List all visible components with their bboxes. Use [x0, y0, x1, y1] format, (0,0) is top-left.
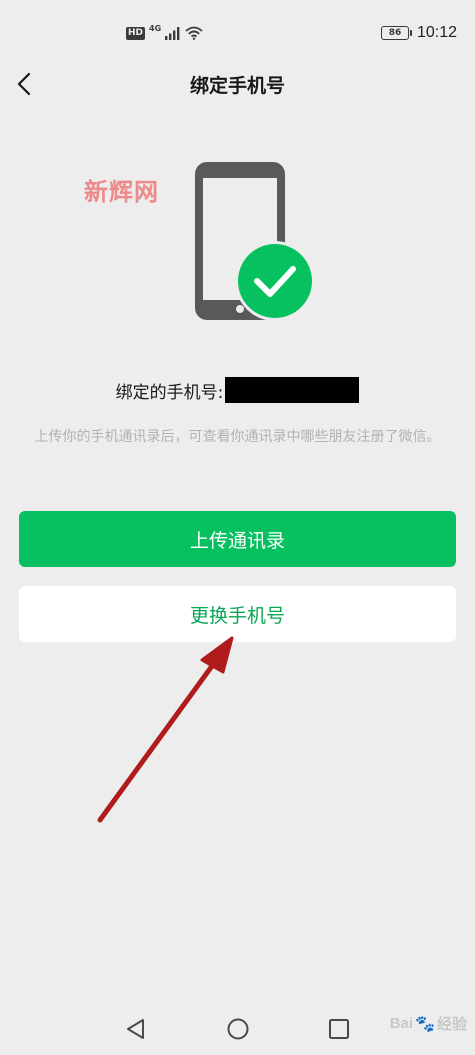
square-recent-icon[interactable]	[325, 1015, 353, 1043]
hd-badge: HD	[126, 26, 146, 40]
checkmark-circle-icon	[235, 241, 315, 321]
bound-number-label: 绑定的手机号:	[115, 382, 224, 403]
watermark-brand: Bai	[389, 1015, 414, 1032]
change-number-button[interactable]: 更换手机号	[19, 586, 456, 642]
upload-contacts-button[interactable]: 上传通讯录	[19, 511, 456, 567]
clock: 10:12	[416, 24, 457, 41]
bound-number-redacted	[225, 377, 360, 403]
battery-icon: 86	[380, 26, 412, 40]
change-number-label: 更换手机号	[189, 604, 285, 627]
network-type: 4G	[149, 23, 162, 33]
triangle-back-icon[interactable]	[122, 1015, 150, 1043]
wifi-icon	[185, 26, 203, 40]
upload-hint-text: 上传你的手机通讯录后，可查看你通讯录中哪些朋友注册了微信。	[34, 429, 441, 445]
page-title: 绑定手机号	[189, 75, 285, 97]
navigation-bar: 绑定手机号	[0, 60, 475, 108]
baidu-watermark: Bai 🐾 经验	[390, 1013, 467, 1034]
bound-number-row: 绑定的手机号:	[0, 377, 475, 403]
upload-contacts-label: 上传通讯录	[189, 529, 285, 552]
watermark-text: 新辉网	[84, 178, 159, 206]
circle-home-icon[interactable]	[224, 1015, 252, 1043]
battery-level: 86	[388, 28, 402, 38]
status-indicators: HD 4G	[126, 23, 203, 40]
signal-icon	[165, 26, 180, 40]
paw-icon: 🐾	[415, 1015, 435, 1033]
bound-phone-illustration	[195, 162, 315, 321]
watermark-suffix: 经验	[436, 1016, 467, 1033]
annotation-arrow-icon	[97, 636, 234, 823]
status-right: 86 10:12	[380, 24, 457, 42]
